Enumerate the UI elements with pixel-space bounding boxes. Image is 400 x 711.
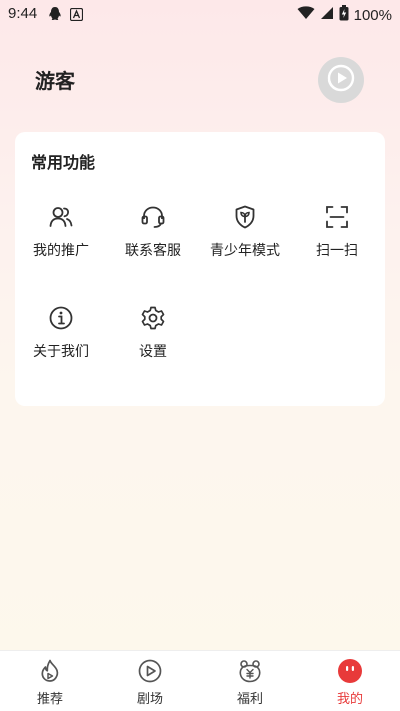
nav-label: 剧场 <box>136 692 163 707</box>
flame-icon <box>41 659 59 682</box>
card-title: 常用功能 <box>31 153 96 172</box>
battery-charging-icon <box>339 5 349 25</box>
func-item-promotion[interactable]: 我的推广 <box>15 204 107 274</box>
nav-label: 福利 <box>236 692 263 707</box>
cell-signal-icon <box>320 6 334 24</box>
scan-icon <box>326 206 348 228</box>
status-time: 9:44 <box>8 5 38 22</box>
func-label: 设置 <box>139 344 167 360</box>
nav-item-theater[interactable]: 剧场 <box>100 651 200 711</box>
status-bar: 9:44 100% <box>0 0 400 30</box>
play-icon <box>138 659 162 683</box>
func-label: 我的推广 <box>33 243 89 259</box>
nav-item-welfare[interactable]: 福利 <box>200 651 300 711</box>
qq-penguin-icon <box>48 6 62 26</box>
func-label: 青少年模式 <box>210 243 280 259</box>
avatar[interactable] <box>318 57 364 103</box>
notification-a-icon <box>69 7 84 25</box>
info-icon <box>49 306 73 330</box>
user-name[interactable]: 游客 <box>35 65 75 94</box>
welfare-icon <box>239 660 261 683</box>
wifi-icon <box>297 6 315 24</box>
func-item-customer-service[interactable]: 联系客服 <box>107 204 199 274</box>
func-item-teen-mode[interactable]: 青少年模式 <box>199 204 291 274</box>
gear-icon <box>141 306 165 330</box>
mine-face-icon <box>338 659 362 683</box>
headset-icon <box>141 206 165 228</box>
func-item-settings[interactable]: 设置 <box>107 305 199 375</box>
nav-label: 我的 <box>336 692 363 707</box>
nav-label: 推荐 <box>36 692 63 707</box>
func-label: 联系客服 <box>125 243 181 259</box>
users-icon <box>49 207 73 227</box>
nav-item-recommend[interactable]: 推荐 <box>0 651 100 711</box>
shield-sprout-icon <box>235 205 255 229</box>
functions-card: 常用功能 我的推广 联系客服 青少年模式 扫一扫 关于我们 设置 <box>15 132 385 406</box>
func-label: 关于我们 <box>33 344 89 360</box>
bottom-nav: 推荐 剧场 福利 我的 <box>0 650 400 711</box>
battery-percent: 100% <box>353 6 392 24</box>
nav-item-mine[interactable]: 我的 <box>300 651 400 711</box>
func-label: 扫一扫 <box>316 243 358 259</box>
func-item-scan[interactable]: 扫一扫 <box>291 204 383 274</box>
avatar-play-icon <box>327 64 355 96</box>
func-item-about-us[interactable]: 关于我们 <box>15 305 107 375</box>
